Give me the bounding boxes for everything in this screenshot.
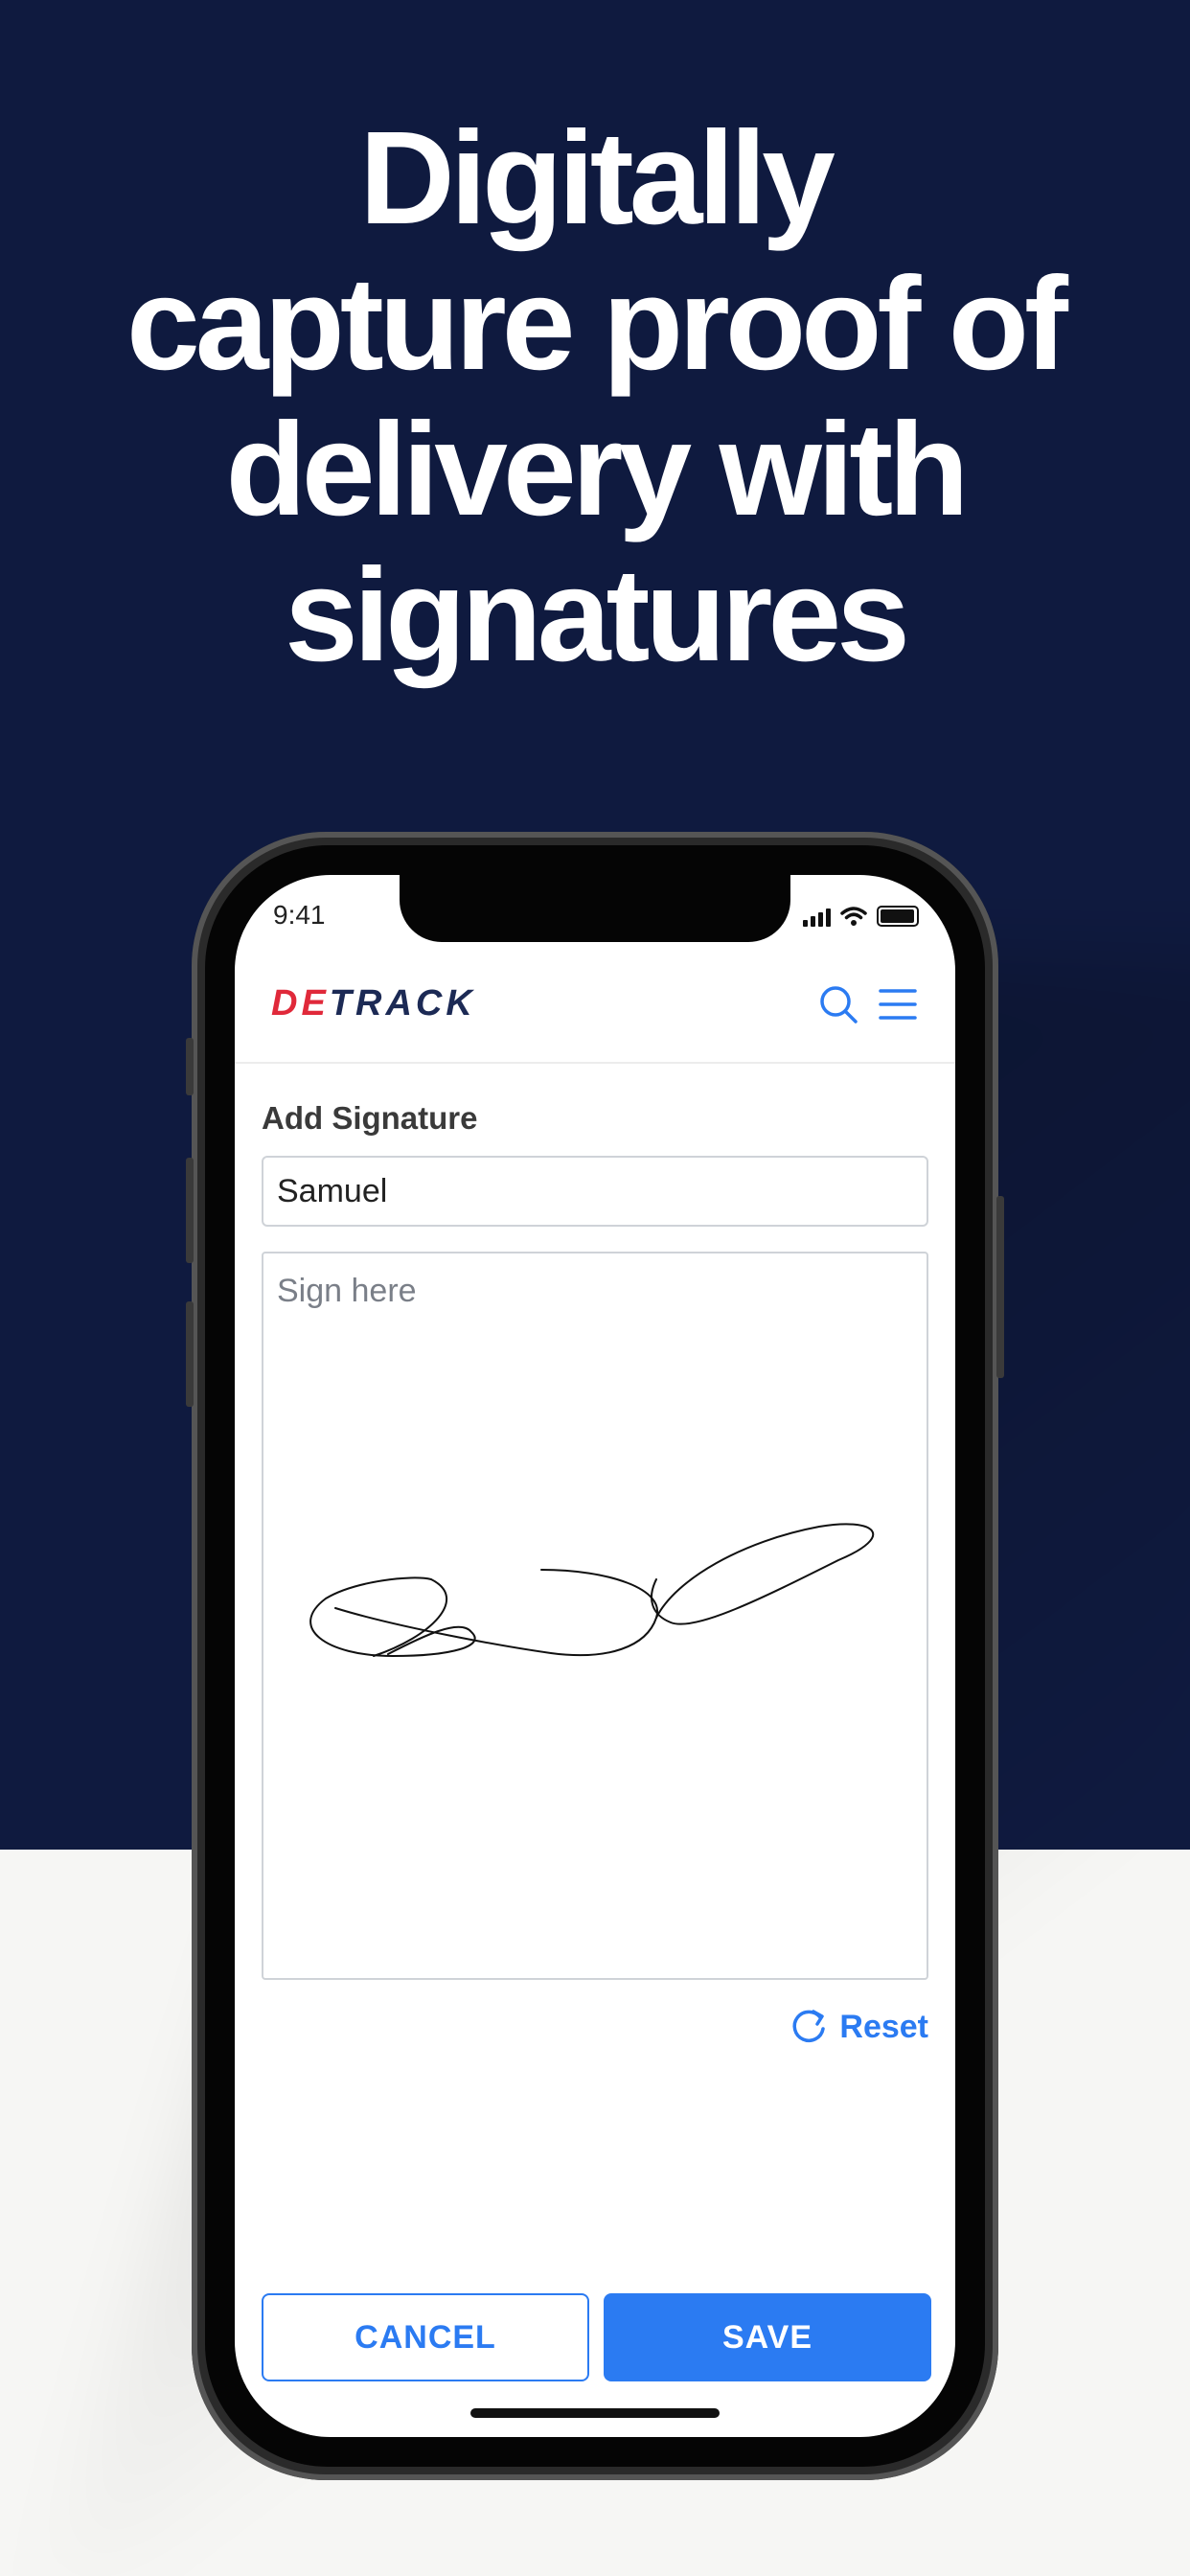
cancel-button[interactable]: CANCEL	[262, 2293, 589, 2381]
reset-label: Reset	[839, 2008, 928, 2045]
cellular-signal-icon	[803, 908, 831, 927]
add-signature-title: Add Signature	[262, 1100, 478, 1136]
signature-drawing	[309, 1523, 875, 1658]
phone-screen: 9:41 DETRACK Add Signature Samuel Sign h…	[235, 875, 955, 2437]
battery-icon	[877, 906, 919, 927]
save-button[interactable]: SAVE	[604, 2293, 931, 2381]
search-icon[interactable]	[817, 983, 859, 1025]
status-time: 9:41	[273, 900, 326, 930]
headline-line-3: delivery with	[225, 396, 970, 543]
mute-switch	[186, 1038, 194, 1095]
volume-up-button	[186, 1158, 194, 1263]
signature-pad[interactable]: Sign here	[262, 1252, 928, 1980]
detrack-logo[interactable]: DETRACK	[271, 983, 476, 1024]
refresh-icon	[792, 2010, 826, 2043]
wifi-icon	[840, 907, 867, 926]
app-header: DETRACK	[235, 956, 955, 1064]
phone-frame: 9:41 DETRACK Add Signature Samuel Sign h…	[186, 832, 1004, 2480]
volume-down-button	[186, 1301, 194, 1407]
status-icons	[803, 904, 919, 927]
headline-line-2: capture proof of	[126, 250, 1068, 398]
signer-name-input[interactable]: Samuel	[262, 1156, 928, 1227]
power-button	[996, 1196, 1004, 1378]
headline-line-1: Digitally	[359, 104, 835, 252]
headline-line-4: signatures	[285, 541, 910, 689]
headline: Digitally capture proof of delivery with…	[0, 105, 1190, 688]
logo-part-1: DE	[271, 983, 330, 1024]
menu-icon[interactable]	[877, 983, 919, 1025]
reset-button[interactable]: Reset	[788, 2006, 928, 2048]
notch	[400, 875, 790, 942]
home-indicator[interactable]	[470, 2408, 720, 2418]
logo-part-2: TRACK	[329, 983, 476, 1024]
